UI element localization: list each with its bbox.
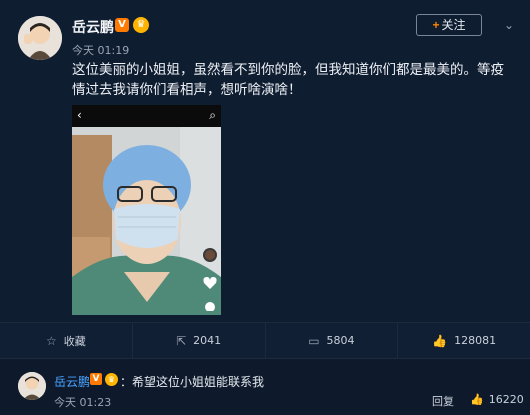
comment-count: 5804 — [326, 334, 355, 347]
like-icon: 👍 — [470, 393, 484, 406]
comment-item: 岳云鹏 V ♛ ：希望这位小姐姐能联系我 今天 01:23 回复 👍 16220 — [0, 360, 530, 415]
plus-icon: + — [432, 18, 440, 32]
commenter-username[interactable]: 岳云鹏 — [54, 373, 90, 390]
post-time-value: 01:19 — [97, 44, 130, 57]
share-icon: ⇱ — [176, 333, 187, 348]
like-count: 128081 — [454, 334, 497, 347]
favorite-label: 收藏 — [63, 334, 86, 348]
comment-like-button[interactable]: 👍 16220 — [470, 393, 524, 406]
crown-icon: ♛ — [105, 373, 118, 386]
post-time[interactable]: 今天 01:19 — [72, 42, 129, 58]
post-action-bar: ☆ 收藏 ⇱ 2041 ▭ 5804 👍 128081 — [0, 322, 530, 359]
repost-count: 2041 — [193, 334, 222, 347]
favorite-button[interactable]: ☆ 收藏 — [0, 323, 132, 358]
comment-text: ：希望这位小姐姐能联系我 — [120, 375, 265, 389]
star-icon: ☆ — [45, 333, 57, 348]
follow-button[interactable]: + 关注 — [416, 14, 482, 36]
nurse-photo — [72, 127, 221, 315]
weibo-post: 岳云鹏 V ♛ 今天 01:19 + 关注 ⌄ 这位美丽的小姐姐，虽然看不到你的脸… — [0, 0, 530, 322]
reply-button[interactable]: 回复 — [432, 393, 454, 409]
author-avatar[interactable] — [18, 16, 62, 60]
commenter-avatar[interactable] — [18, 372, 46, 400]
post-text: 这位美丽的小姐姐，虽然看不到你的脸，但我知道你们都是最美的。等疫情过去我请你们看… — [72, 62, 504, 98]
follow-label: 关注 — [441, 18, 466, 32]
post-media[interactable]: ‹ ⌕ — [72, 105, 221, 315]
search-icon[interactable]: ⌕ — [209, 108, 216, 123]
crown-icon: ♛ — [133, 17, 149, 33]
like-button[interactable]: 👍 128081 — [397, 323, 530, 358]
comment-like-count: 16220 — [488, 393, 524, 406]
comment-time-prefix: 今天 — [54, 396, 76, 409]
chevron-down-icon[interactable]: ⌄ — [504, 18, 514, 32]
like-icon: 👍 — [432, 333, 448, 348]
author-username[interactable]: 岳云鹏 — [72, 17, 114, 37]
repost-button[interactable]: ⇱ 2041 — [131, 323, 265, 358]
comment-time: 今天 01:23 — [54, 394, 111, 410]
comment-button[interactable]: ▭ 5804 — [264, 323, 398, 358]
comment-time-value: 01:23 — [79, 396, 112, 409]
media-side-actions — [203, 248, 217, 311]
verified-icon: V — [90, 373, 102, 385]
back-arrow-icon[interactable]: ‹ — [77, 108, 82, 122]
media-top-bar: ‹ ⌕ — [72, 105, 221, 127]
verified-icon: V — [115, 18, 129, 32]
comment-icon: ▭ — [308, 333, 320, 348]
post-time-prefix: 今天 — [72, 44, 94, 57]
